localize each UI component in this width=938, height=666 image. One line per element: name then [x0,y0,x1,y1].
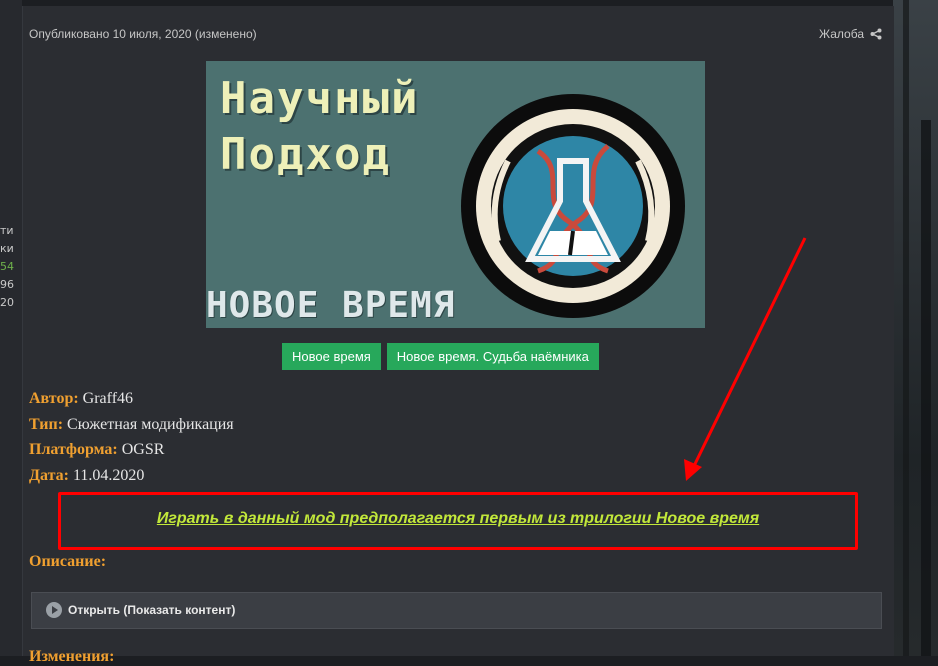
link-button-mercenary-fate[interactable]: Новое время. Судьба наёмника [386,343,599,370]
sidebar-fragment: ки [0,242,14,255]
report-label[interactable]: Жалоба [819,27,864,41]
mod-banner-image: Научный Подход НОВОЕ ВРЕМЯ [206,61,705,328]
left-sidebar-strip: ти ки 54 96 20 [0,0,22,656]
share-icon[interactable] [870,28,882,40]
trilogy-note-link[interactable]: Играть в данный мод предполагается первы… [61,510,855,528]
annotation-highlight-box: Играть в данный мод предполагается первы… [58,492,858,550]
banner-title-line: Подход [220,129,391,180]
field-label: Автор: [29,390,79,407]
field-value: Сюжетная модификация [67,416,234,433]
background-scenery [893,0,938,656]
sidebar-fragment: 96 [0,278,14,291]
field-label: Платформа: [29,441,118,458]
banner-title-line: Научный [220,73,420,124]
banner-title: Научный Подход [220,71,419,183]
banner-subtitle: НОВОЕ ВРЕМЯ [206,285,456,326]
field-label: Тип: [29,416,64,433]
chevron-right-icon[interactable] [46,602,62,618]
field-platform: Платформа: OGSR [29,441,164,459]
sidebar-fragment: 20 [0,296,14,309]
field-value: 11.04.2020 [72,467,145,484]
field-value: Graff46 [82,390,134,407]
description-heading: Описание: [29,553,107,570]
background-tree [921,120,931,656]
sidebar-fragment: 54 [0,260,14,273]
field-label: Дата: [29,467,69,484]
spoiler-toggle[interactable]: Открыть (Показать контент) [31,592,882,629]
spoiler-label[interactable]: Открыть (Показать контент) [68,603,235,617]
field-date: Дата: 11.04.2020 [29,467,144,485]
field-author: Автор: Graff46 [29,390,133,408]
report-link[interactable]: Жалоба [819,27,882,41]
post-meta: Опубликовано 10 июля, 2020 (изменено) [29,27,257,41]
field-type: Тип: Сюжетная модификация [29,416,234,434]
mod-links: Новое время Новое время. Судьба наёмника [282,343,599,370]
field-value: OGSR [121,441,165,458]
changes-heading: Изменения: [29,648,115,665]
background-tree [903,0,909,656]
link-button-new-time[interactable]: Новое время [282,343,381,370]
post-container: Опубликовано 10 июля, 2020 (изменено) Жа… [22,6,894,665]
sidebar-fragment: ти [0,224,14,237]
